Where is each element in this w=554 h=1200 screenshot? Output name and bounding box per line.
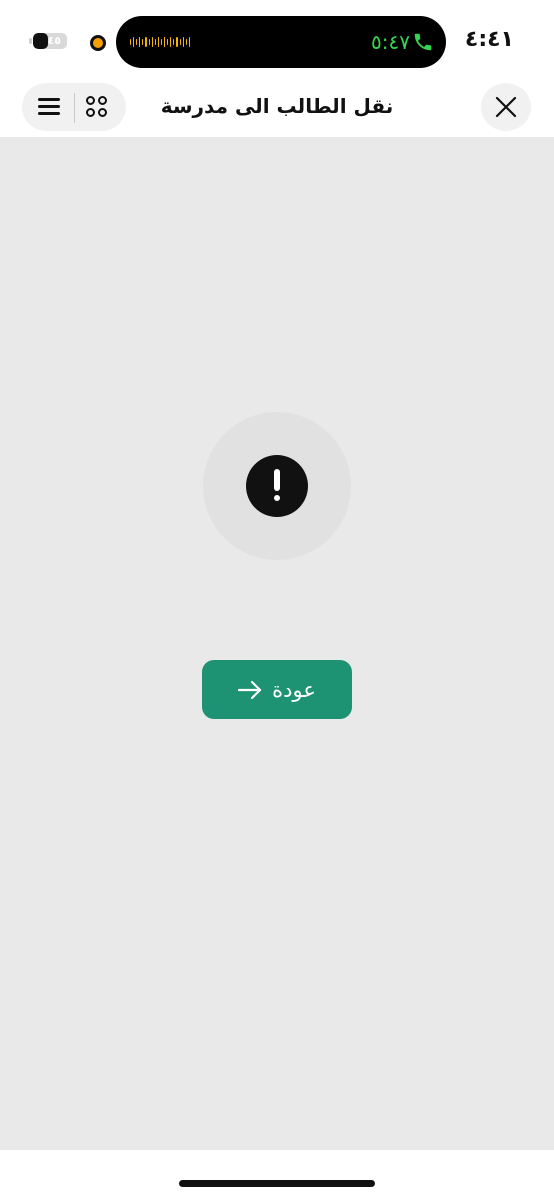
menu-icon[interactable]: [36, 95, 62, 119]
phone-icon: [414, 33, 432, 51]
exclamation-icon: [246, 455, 308, 517]
battery-level: ٤٥: [47, 34, 61, 47]
recording-indicator-icon: [90, 35, 106, 51]
arrow-right-icon: [238, 680, 262, 699]
error-status: [203, 412, 351, 560]
battery-fill: [33, 33, 49, 49]
dynamic-island[interactable]: ٥:٤٧: [116, 16, 446, 68]
home-indicator[interactable]: [179, 1180, 375, 1187]
mini-app-controls: [22, 83, 126, 131]
status-clock: ٤:٤١: [464, 27, 514, 52]
apps-icon[interactable]: [86, 96, 110, 120]
controls-divider: [74, 93, 75, 123]
close-button[interactable]: [481, 83, 531, 131]
call-timer: ٥:٤٧: [371, 30, 410, 54]
main-content: عودة: [0, 137, 554, 1150]
audio-waveform-icon: [130, 34, 190, 50]
page-title: نقل الطالب الى مدرسة: [160, 94, 394, 118]
battery-icon: ٤٥: [33, 33, 67, 49]
home-area: [0, 1150, 554, 1200]
status-bar: ٤٥ ٥:٤٧ ٤:٤١: [0, 0, 554, 80]
battery-nub: [29, 38, 32, 44]
back-button[interactable]: عودة: [202, 660, 352, 719]
app-header: نقل الطالب الى مدرسة: [0, 80, 554, 137]
back-button-label: عودة: [272, 677, 316, 702]
close-icon: [495, 96, 517, 118]
screen: ٤٥ ٥:٤٧ ٤:٤١ نقل الطالب الى مدرسة عودة: [0, 0, 554, 1200]
